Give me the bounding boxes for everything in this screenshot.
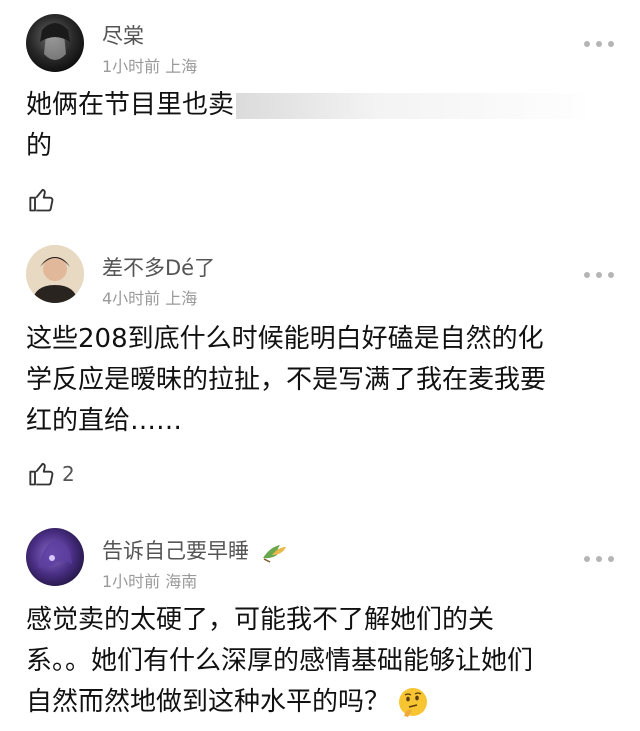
thumbs-up-icon: [29, 462, 54, 486]
username[interactable]: 差不多Dé了: [102, 252, 215, 282]
username[interactable]: 尽棠: [102, 20, 144, 50]
comment-line: 红的直给……: [26, 406, 183, 436]
comment-text: 感觉卖的太硬了，可能我不了解她们的关 系。。她们有什么深厚的感情基础能够让她们 …: [26, 600, 616, 723]
like-button[interactable]: 2: [28, 460, 75, 488]
avatar[interactable]: [26, 14, 84, 72]
comment-text: 这些208到底什么时候能明白好磕是自然的化 学反应是暧昧的拉扯，不是写满了我在麦…: [26, 319, 616, 442]
avatar[interactable]: [26, 528, 84, 586]
comment-line: 系。。她们有什么深厚的感情基础能够让她们: [26, 646, 534, 676]
comment-meta: 1小时前 海南: [102, 572, 198, 591]
more-dots-icon[interactable]: [584, 40, 614, 48]
comment-meta: 4小时前 上海: [102, 289, 198, 308]
username[interactable]: 告诉自己要早睡: [102, 535, 288, 565]
comment-line: 这些208到底什么时候能明白好磕是自然的化: [26, 324, 544, 354]
avatar-image: [38, 540, 72, 568]
like-count: 2: [62, 462, 75, 486]
comment-text: 她俩在节目里也卖 的: [26, 85, 616, 167]
avatar[interactable]: [26, 245, 84, 303]
bird-badge-icon: [262, 545, 286, 563]
comment-line: 自然而然地做到这种水平的吗？: [26, 687, 391, 717]
thinking-face-emoji: [399, 687, 428, 717]
avatar-image: [40, 23, 70, 60]
thumbs-up-icon: [29, 188, 54, 212]
like-button[interactable]: [28, 186, 62, 214]
blurred-text: [236, 92, 587, 119]
comment-line: 感觉卖的太硬了，可能我不了解她们的关: [26, 605, 495, 635]
comment-line: 她俩在节目里也卖: [26, 90, 235, 120]
comment-line: 的: [26, 131, 53, 161]
username-text: 告诉自己要早睡: [102, 539, 249, 563]
more-dots-icon[interactable]: [584, 555, 614, 563]
avatar-image: [26, 245, 84, 303]
more-dots-icon[interactable]: [584, 271, 614, 279]
comment-meta: 1小时前 上海: [102, 57, 198, 76]
comment-line: 学反应是暧昧的拉扯，不是写满了我在麦我要: [26, 365, 547, 395]
